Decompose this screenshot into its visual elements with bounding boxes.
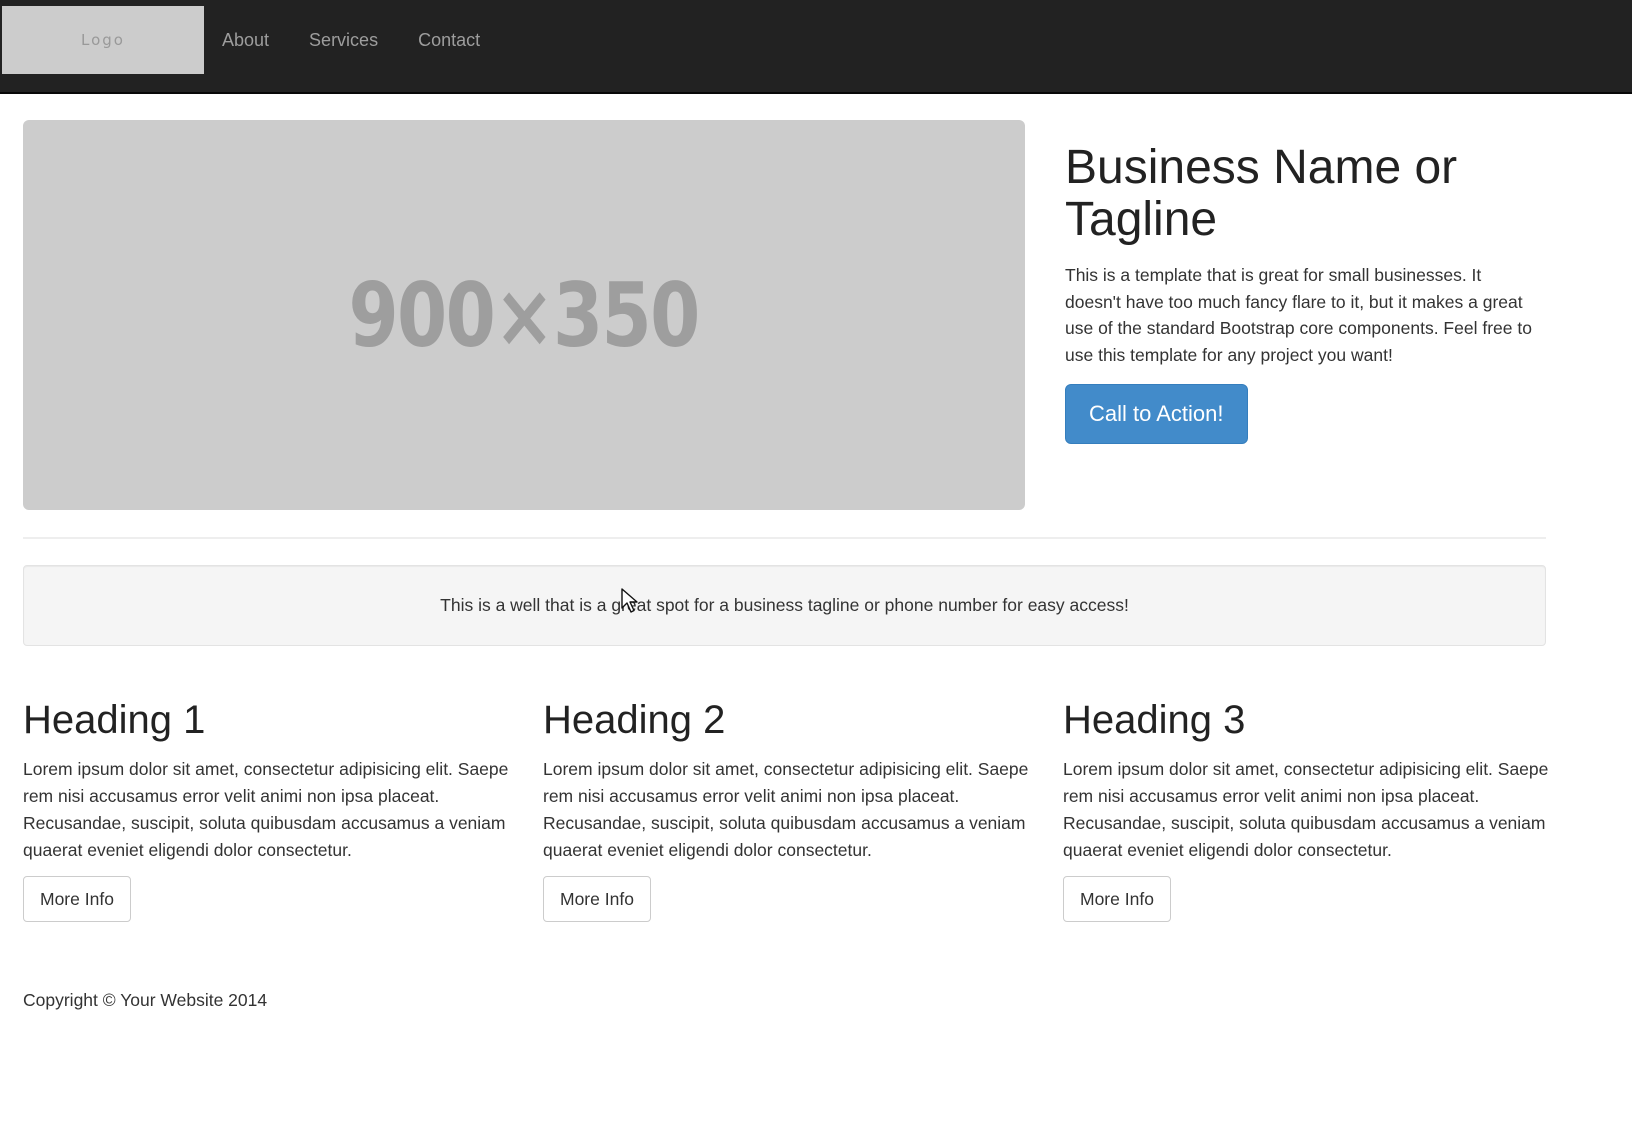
more-info-button[interactable]: More Info bbox=[1063, 876, 1171, 922]
well-text: This is a well that is a great spot for … bbox=[440, 595, 1129, 615]
nav-link-contact[interactable]: Contact bbox=[398, 0, 500, 80]
hero-text-block: Business Name or Tagline This is a templ… bbox=[1065, 142, 1540, 444]
nav-links: About Services Contact bbox=[202, 0, 500, 80]
section-divider bbox=[23, 537, 1546, 539]
hero-description: This is a template that is great for sma… bbox=[1065, 265, 1532, 365]
hero-image-label: 900×350 bbox=[348, 263, 701, 367]
nav-link-about[interactable]: About bbox=[202, 0, 289, 80]
features-row: Heading 1 Lorem ipsum dolor sit amet, co… bbox=[23, 690, 1583, 922]
feature-column-1: Heading 1 Lorem ipsum dolor sit amet, co… bbox=[23, 690, 543, 922]
site-logo[interactable]: Logo bbox=[2, 6, 204, 74]
hero-image-placeholder: 900×350 bbox=[23, 120, 1025, 510]
logo-text: Logo bbox=[81, 31, 125, 49]
feature-column-3: Heading 3 Lorem ipsum dolor sit amet, co… bbox=[1063, 690, 1583, 922]
footer-copyright: Copyright © Your Website 2014 bbox=[23, 990, 268, 1010]
feature-text: Lorem ipsum dolor sit amet, consectetur … bbox=[1063, 759, 1549, 860]
call-to-action-button[interactable]: Call to Action! bbox=[1065, 384, 1248, 444]
feature-heading: Heading 2 bbox=[543, 698, 726, 742]
feature-heading: Heading 1 bbox=[23, 698, 206, 742]
feature-column-2: Heading 2 Lorem ipsum dolor sit amet, co… bbox=[543, 690, 1063, 922]
more-info-button[interactable]: More Info bbox=[543, 876, 651, 922]
mouse-pointer-icon bbox=[621, 588, 638, 613]
hero-title: Business Name or Tagline bbox=[1065, 141, 1458, 246]
tagline-well: This is a well that is a great spot for … bbox=[23, 565, 1546, 646]
more-info-button[interactable]: More Info bbox=[23, 876, 131, 922]
top-navbar: Logo About Services Contact bbox=[0, 0, 1632, 94]
feature-heading: Heading 3 bbox=[1063, 698, 1246, 742]
nav-link-services[interactable]: Services bbox=[289, 0, 398, 80]
feature-text: Lorem ipsum dolor sit amet, consectetur … bbox=[23, 759, 509, 860]
feature-text: Lorem ipsum dolor sit amet, consectetur … bbox=[543, 759, 1029, 860]
